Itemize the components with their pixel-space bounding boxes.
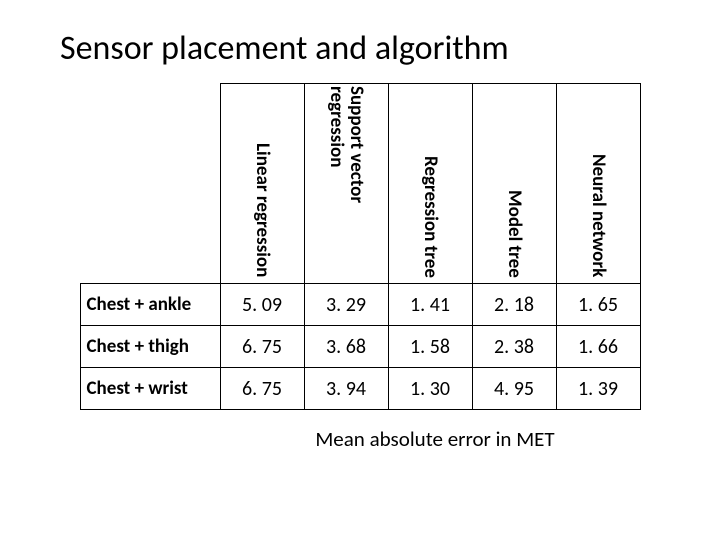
col-label: Model tree <box>473 86 556 282</box>
cell: 3. 94 <box>304 368 388 410</box>
caption: Mean absolute error in MET <box>200 426 670 452</box>
results-table: Linear regression Support vector regress… <box>80 83 641 410</box>
row-label-chest-wrist: Chest + wrist <box>80 368 220 410</box>
cell: 3. 68 <box>304 326 388 368</box>
table-row: Chest + wrist 6. 75 3. 94 1. 30 4. 95 1.… <box>80 368 640 410</box>
col-label: Neural network <box>557 86 640 282</box>
cell: 1. 66 <box>556 326 640 368</box>
col-support-vector-regression: Support vector regression <box>304 84 388 284</box>
table-row: Chest + thigh 6. 75 3. 68 1. 58 2. 38 1.… <box>80 326 640 368</box>
slide: Sensor placement and algorithm Linear re… <box>0 0 720 540</box>
row-label-chest-thigh: Chest + thigh <box>80 326 220 368</box>
col-regression-tree: Regression tree <box>388 84 472 284</box>
corner-cell <box>80 84 220 284</box>
col-label: Regression tree <box>389 86 472 282</box>
cell: 6. 75 <box>220 368 304 410</box>
cell: 5. 09 <box>220 284 304 326</box>
col-label: Linear regression <box>221 86 304 282</box>
cell: 1. 58 <box>388 326 472 368</box>
cell: 2. 18 <box>472 284 556 326</box>
cell: 2. 38 <box>472 326 556 368</box>
col-model-tree: Model tree <box>472 84 556 284</box>
cell: 1. 39 <box>556 368 640 410</box>
col-label: Support vector regression <box>305 86 388 282</box>
cell: 6. 75 <box>220 326 304 368</box>
col-neural-network: Neural network <box>556 84 640 284</box>
header-row: Linear regression Support vector regress… <box>80 84 640 284</box>
row-label-chest-ankle: Chest + ankle <box>80 284 220 326</box>
cell: 3. 29 <box>304 284 388 326</box>
cell: 1. 41 <box>388 284 472 326</box>
col-linear-regression: Linear regression <box>220 84 304 284</box>
cell: 4. 95 <box>472 368 556 410</box>
cell: 1. 30 <box>388 368 472 410</box>
page-title: Sensor placement and algorithm <box>60 28 670 69</box>
cell: 1. 65 <box>556 284 640 326</box>
table-row: Chest + ankle 5. 09 3. 29 1. 41 2. 18 1.… <box>80 284 640 326</box>
